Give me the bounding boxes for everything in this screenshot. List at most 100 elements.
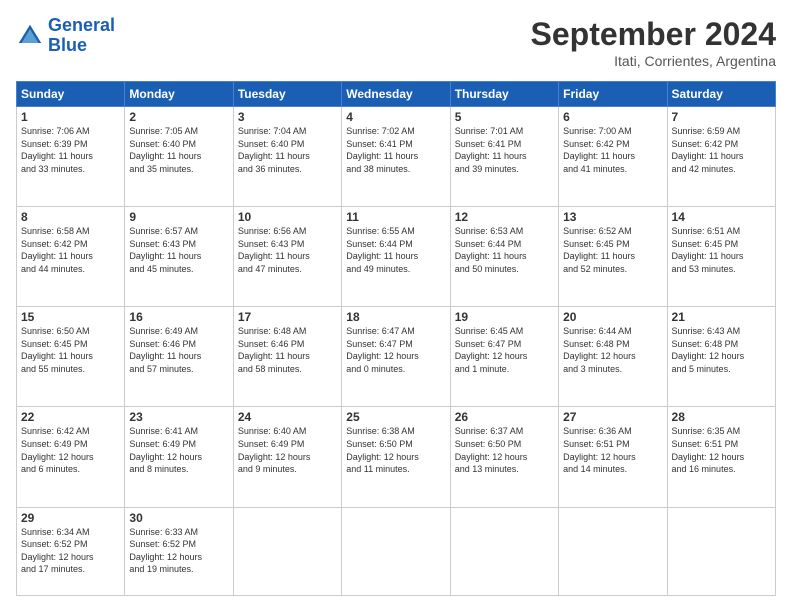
logo-line1: General [48, 15, 115, 35]
calendar-cell: 17Sunrise: 6:48 AMSunset: 6:46 PMDayligh… [233, 307, 341, 407]
day-info: Sunrise: 6:50 AMSunset: 6:45 PMDaylight:… [21, 325, 120, 375]
logo-icon [16, 22, 44, 50]
day-info: Sunrise: 6:41 AMSunset: 6:49 PMDaylight:… [129, 425, 228, 475]
day-number: 3 [238, 110, 337, 124]
day-info: Sunrise: 6:42 AMSunset: 6:49 PMDaylight:… [21, 425, 120, 475]
day-info: Sunrise: 7:06 AMSunset: 6:39 PMDaylight:… [21, 125, 120, 175]
calendar-cell: 4Sunrise: 7:02 AMSunset: 6:41 PMDaylight… [342, 107, 450, 207]
day-info: Sunrise: 6:38 AMSunset: 6:50 PMDaylight:… [346, 425, 445, 475]
logo-line2: Blue [48, 35, 87, 55]
calendar-week-row: 8Sunrise: 6:58 AMSunset: 6:42 PMDaylight… [17, 207, 776, 307]
calendar-cell: 26Sunrise: 6:37 AMSunset: 6:50 PMDayligh… [450, 407, 558, 507]
day-number: 17 [238, 310, 337, 324]
day-number: 10 [238, 210, 337, 224]
day-number: 15 [21, 310, 120, 324]
calendar-cell: 16Sunrise: 6:49 AMSunset: 6:46 PMDayligh… [125, 307, 233, 407]
col-monday: Monday [125, 82, 233, 107]
day-info: Sunrise: 6:48 AMSunset: 6:46 PMDaylight:… [238, 325, 337, 375]
calendar-cell: 10Sunrise: 6:56 AMSunset: 6:43 PMDayligh… [233, 207, 341, 307]
day-number: 14 [672, 210, 771, 224]
day-info: Sunrise: 6:57 AMSunset: 6:43 PMDaylight:… [129, 225, 228, 275]
day-info: Sunrise: 6:36 AMSunset: 6:51 PMDaylight:… [563, 425, 662, 475]
calendar-cell: 23Sunrise: 6:41 AMSunset: 6:49 PMDayligh… [125, 407, 233, 507]
calendar-cell: 19Sunrise: 6:45 AMSunset: 6:47 PMDayligh… [450, 307, 558, 407]
calendar-cell: 6Sunrise: 7:00 AMSunset: 6:42 PMDaylight… [559, 107, 667, 207]
day-number: 18 [346, 310, 445, 324]
day-info: Sunrise: 6:53 AMSunset: 6:44 PMDaylight:… [455, 225, 554, 275]
day-info: Sunrise: 6:37 AMSunset: 6:50 PMDaylight:… [455, 425, 554, 475]
day-number: 9 [129, 210, 228, 224]
day-number: 22 [21, 410, 120, 424]
day-info: Sunrise: 6:58 AMSunset: 6:42 PMDaylight:… [21, 225, 120, 275]
calendar-cell: 29Sunrise: 6:34 AMSunset: 6:52 PMDayligh… [17, 507, 125, 595]
calendar-cell: 24Sunrise: 6:40 AMSunset: 6:49 PMDayligh… [233, 407, 341, 507]
day-info: Sunrise: 6:45 AMSunset: 6:47 PMDaylight:… [455, 325, 554, 375]
day-info: Sunrise: 7:01 AMSunset: 6:41 PMDaylight:… [455, 125, 554, 175]
day-info: Sunrise: 7:02 AMSunset: 6:41 PMDaylight:… [346, 125, 445, 175]
calendar-cell [450, 507, 558, 595]
day-info: Sunrise: 6:55 AMSunset: 6:44 PMDaylight:… [346, 225, 445, 275]
day-number: 11 [346, 210, 445, 224]
location-subtitle: Itati, Corrientes, Argentina [531, 53, 776, 69]
calendar-cell: 7Sunrise: 6:59 AMSunset: 6:42 PMDaylight… [667, 107, 775, 207]
day-number: 28 [672, 410, 771, 424]
day-number: 30 [129, 511, 228, 525]
calendar-week-row: 29Sunrise: 6:34 AMSunset: 6:52 PMDayligh… [17, 507, 776, 595]
day-number: 26 [455, 410, 554, 424]
day-info: Sunrise: 6:59 AMSunset: 6:42 PMDaylight:… [672, 125, 771, 175]
calendar-cell: 27Sunrise: 6:36 AMSunset: 6:51 PMDayligh… [559, 407, 667, 507]
day-number: 20 [563, 310, 662, 324]
day-number: 8 [21, 210, 120, 224]
calendar-cell: 14Sunrise: 6:51 AMSunset: 6:45 PMDayligh… [667, 207, 775, 307]
day-info: Sunrise: 6:40 AMSunset: 6:49 PMDaylight:… [238, 425, 337, 475]
page: General Blue September 2024 Itati, Corri… [0, 0, 792, 612]
calendar-cell: 1Sunrise: 7:06 AMSunset: 6:39 PMDaylight… [17, 107, 125, 207]
day-info: Sunrise: 6:51 AMSunset: 6:45 PMDaylight:… [672, 225, 771, 275]
day-info: Sunrise: 6:56 AMSunset: 6:43 PMDaylight:… [238, 225, 337, 275]
calendar-cell: 28Sunrise: 6:35 AMSunset: 6:51 PMDayligh… [667, 407, 775, 507]
calendar-header-row: Sunday Monday Tuesday Wednesday Thursday… [17, 82, 776, 107]
calendar-cell: 20Sunrise: 6:44 AMSunset: 6:48 PMDayligh… [559, 307, 667, 407]
calendar-cell [342, 507, 450, 595]
calendar-cell: 5Sunrise: 7:01 AMSunset: 6:41 PMDaylight… [450, 107, 558, 207]
day-info: Sunrise: 7:04 AMSunset: 6:40 PMDaylight:… [238, 125, 337, 175]
calendar-cell: 15Sunrise: 6:50 AMSunset: 6:45 PMDayligh… [17, 307, 125, 407]
col-tuesday: Tuesday [233, 82, 341, 107]
header: General Blue September 2024 Itati, Corri… [16, 16, 776, 69]
calendar-week-row: 22Sunrise: 6:42 AMSunset: 6:49 PMDayligh… [17, 407, 776, 507]
col-saturday: Saturday [667, 82, 775, 107]
day-info: Sunrise: 6:44 AMSunset: 6:48 PMDaylight:… [563, 325, 662, 375]
calendar-cell: 22Sunrise: 6:42 AMSunset: 6:49 PMDayligh… [17, 407, 125, 507]
calendar-cell: 2Sunrise: 7:05 AMSunset: 6:40 PMDaylight… [125, 107, 233, 207]
day-info: Sunrise: 7:00 AMSunset: 6:42 PMDaylight:… [563, 125, 662, 175]
day-number: 16 [129, 310, 228, 324]
day-number: 1 [21, 110, 120, 124]
day-number: 5 [455, 110, 554, 124]
month-title: September 2024 [531, 16, 776, 53]
day-info: Sunrise: 7:05 AMSunset: 6:40 PMDaylight:… [129, 125, 228, 175]
calendar-week-row: 15Sunrise: 6:50 AMSunset: 6:45 PMDayligh… [17, 307, 776, 407]
day-number: 29 [21, 511, 120, 525]
day-number: 19 [455, 310, 554, 324]
calendar-cell: 3Sunrise: 7:04 AMSunset: 6:40 PMDaylight… [233, 107, 341, 207]
day-number: 27 [563, 410, 662, 424]
calendar-cell: 18Sunrise: 6:47 AMSunset: 6:47 PMDayligh… [342, 307, 450, 407]
calendar-cell: 8Sunrise: 6:58 AMSunset: 6:42 PMDaylight… [17, 207, 125, 307]
day-number: 7 [672, 110, 771, 124]
day-number: 24 [238, 410, 337, 424]
day-number: 6 [563, 110, 662, 124]
calendar-cell [559, 507, 667, 595]
day-number: 25 [346, 410, 445, 424]
col-thursday: Thursday [450, 82, 558, 107]
calendar-cell: 11Sunrise: 6:55 AMSunset: 6:44 PMDayligh… [342, 207, 450, 307]
logo: General Blue [16, 16, 115, 56]
calendar-cell: 21Sunrise: 6:43 AMSunset: 6:48 PMDayligh… [667, 307, 775, 407]
day-info: Sunrise: 6:35 AMSunset: 6:51 PMDaylight:… [672, 425, 771, 475]
calendar-cell: 30Sunrise: 6:33 AMSunset: 6:52 PMDayligh… [125, 507, 233, 595]
logo-text: General Blue [48, 16, 115, 56]
day-info: Sunrise: 6:52 AMSunset: 6:45 PMDaylight:… [563, 225, 662, 275]
calendar-cell: 9Sunrise: 6:57 AMSunset: 6:43 PMDaylight… [125, 207, 233, 307]
col-friday: Friday [559, 82, 667, 107]
day-info: Sunrise: 6:47 AMSunset: 6:47 PMDaylight:… [346, 325, 445, 375]
day-number: 12 [455, 210, 554, 224]
